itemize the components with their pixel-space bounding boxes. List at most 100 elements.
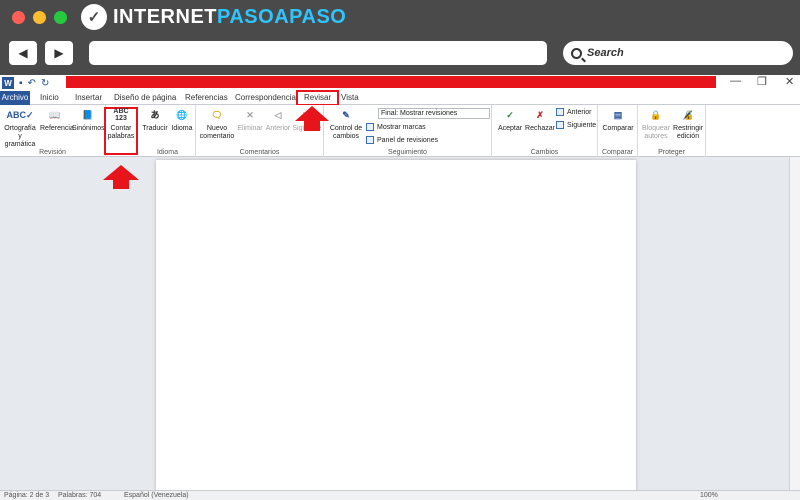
group-changes: ✓ Aceptar ✗ Rechazar Anterior Siguiente … (492, 105, 598, 157)
next-change-button[interactable]: Siguiente (556, 121, 596, 129)
tab-page-design[interactable]: Diseño de página (114, 91, 176, 105)
compare-label: Comparar (602, 125, 634, 132)
block-authors-label: Bloquear autores (641, 125, 671, 140)
next-label: Siguiente (292, 125, 322, 132)
group-language-label: Idioma (156, 149, 178, 156)
restrict-editing-button[interactable]: 🔏 Restringir edición (672, 107, 704, 141)
logo-text-internet: INTERNET (113, 5, 217, 28)
spelling-label: Ortografía y gramática (4, 125, 36, 148)
document-page[interactable] (156, 160, 636, 490)
thesaurus-book-icon: 📘 (82, 110, 94, 120)
translate-label: Traducir (142, 125, 168, 132)
logo-mark-icon: ✓ (81, 4, 107, 30)
thesaurus-label: Sinónimos (72, 125, 105, 132)
previous-comment-button[interactable]: ◁ Anterior (264, 107, 292, 133)
previous-comment-icon: ◁ (274, 110, 282, 120)
show-markup-icon (366, 123, 374, 131)
title-redaction-bar (66, 76, 716, 88)
display-for-review-select[interactable]: Final: Mostrar revisiones (378, 108, 490, 119)
block-authors-button[interactable]: 🔒 Bloquear autores (640, 107, 672, 141)
status-language[interactable]: Español (Venezuela) (124, 492, 189, 499)
tab-file[interactable]: Archivo (0, 91, 30, 105)
word-count-icon: ABC 123 (113, 108, 129, 122)
tab-view[interactable]: Vista (341, 91, 359, 105)
delete-label: Eliminar (237, 125, 263, 132)
status-zoom[interactable]: 100% (700, 492, 718, 499)
search-label: Search (587, 47, 624, 59)
group-protect-label: Proteger (658, 149, 685, 156)
delete-comment-icon: ✕ (246, 110, 254, 120)
browser-frame: ✓ INTERNETPASOAPASO ◀ ▶ Search (0, 0, 800, 75)
status-words[interactable]: Palabras: 704 (58, 492, 101, 499)
word-logo-icon: W (2, 77, 14, 89)
tab-insert[interactable]: Insertar (75, 91, 102, 105)
new-comment-button[interactable]: 🗨 Nuevo comentario (199, 107, 235, 141)
group-protect: 🔒 Bloquear autores 🔏 Restringir edición … (638, 105, 706, 157)
track-changes-button[interactable]: ✎ Control de cambios (328, 107, 364, 141)
group-compare-label: Comparar (601, 149, 634, 156)
tab-mailings[interactable]: Correspondencia (235, 91, 296, 105)
ribbon-tabs: Archivo Inicio Insertar Diseño de página… (0, 90, 800, 106)
group-tracking-label: Seguimiento (388, 149, 427, 156)
research-button[interactable]: 📖 Referencia (40, 107, 74, 133)
tab-references[interactable]: Referencias (185, 91, 228, 105)
translate-button[interactable]: あ Traducir (142, 107, 168, 133)
accept-button[interactable]: ✓ Aceptar (495, 107, 525, 133)
accept-icon: ✓ (506, 110, 514, 120)
undo-icon[interactable]: ↶ (28, 78, 36, 89)
language-button[interactable]: 🌐 Idioma (169, 107, 195, 133)
maximize-window-button[interactable] (54, 10, 67, 24)
compare-documents-icon: ▤ (613, 110, 623, 120)
spelling-check-icon: ABC✓ (6, 110, 34, 120)
show-markup-button[interactable]: Mostrar marcas (366, 123, 426, 131)
search-box[interactable]: Search (563, 41, 793, 65)
reject-button[interactable]: ✗ Rechazar (525, 107, 555, 133)
track-changes-label: Control de cambios (329, 125, 363, 140)
browser-titlebar: ✓ INTERNETPASOAPASO (0, 0, 800, 34)
group-changes-label: Cambios (530, 149, 559, 156)
reviewing-pane-button[interactable]: Panel de revisiones (366, 136, 438, 144)
new-comment-label: Nuevo comentario (199, 125, 235, 140)
previous-change-label: Anterior (567, 108, 592, 116)
close-window-button[interactable] (12, 10, 25, 24)
status-page[interactable]: Página: 2 de 3 (4, 492, 49, 499)
minimize-window-button[interactable] (33, 10, 46, 24)
thesaurus-button[interactable]: 📘 Sinónimos (72, 107, 105, 133)
research-book-icon: 📖 (49, 110, 61, 120)
tab-review[interactable]: Revisar (296, 90, 340, 106)
word-count-button[interactable]: ABC 123 Contar palabras (107, 107, 135, 141)
browser-navbar: ◀ ▶ Search (0, 38, 800, 68)
back-button[interactable]: ◀ (9, 41, 37, 65)
word-window: W ▪ ↶ ↻ — ❐ ✕ Archivo Inicio Insertar Di… (0, 75, 800, 500)
restrict-editing-icon: 🔏 (682, 110, 694, 120)
language-globe-icon: 🌐 (176, 110, 188, 120)
close-icon[interactable]: ✕ (785, 75, 794, 88)
group-proofing: ABC✓ Ortografía y gramática 📖 Referencia… (0, 105, 106, 157)
tab-home[interactable]: Inicio (40, 91, 59, 105)
forward-arrow-icon: ▶ (54, 46, 64, 60)
back-arrow-icon: ◀ (18, 46, 28, 60)
block-authors-icon: 🔒 (650, 110, 662, 120)
reject-icon: ✗ (536, 110, 544, 120)
accept-label: Aceptar (497, 125, 523, 132)
address-bar[interactable] (89, 41, 547, 65)
next-comment-button[interactable]: ▷ Siguiente (292, 107, 322, 133)
redo-icon[interactable]: ↻ (41, 78, 49, 89)
vertical-scrollbar[interactable] (789, 157, 800, 500)
restore-icon[interactable]: ❐ (757, 75, 767, 88)
spelling-button[interactable]: ABC✓ Ortografía y gramática (2, 107, 38, 149)
save-icon[interactable]: ▪ (19, 78, 23, 89)
group-language: あ Traducir 🌐 Idioma Idioma (140, 105, 196, 157)
reviewing-pane-label: Panel de revisiones (377, 136, 439, 144)
translate-icon: あ (150, 110, 160, 120)
word-count-label: Contar palabras (107, 125, 135, 140)
forward-button[interactable]: ▶ (45, 41, 73, 65)
previous-change-button[interactable]: Anterior (556, 108, 592, 116)
logo-text-pasoapaso: PASOAPASO (217, 5, 347, 28)
site-logo: ✓ INTERNETPASOAPASO (81, 4, 346, 30)
compare-button[interactable]: ▤ Comparar (601, 107, 635, 133)
status-bar: Página: 2 de 3 Palabras: 704 Español (Ve… (0, 490, 800, 500)
delete-comment-button[interactable]: ✕ Eliminar (236, 107, 264, 133)
research-label: Referencia (40, 125, 74, 132)
minimize-icon[interactable]: — (730, 75, 741, 87)
